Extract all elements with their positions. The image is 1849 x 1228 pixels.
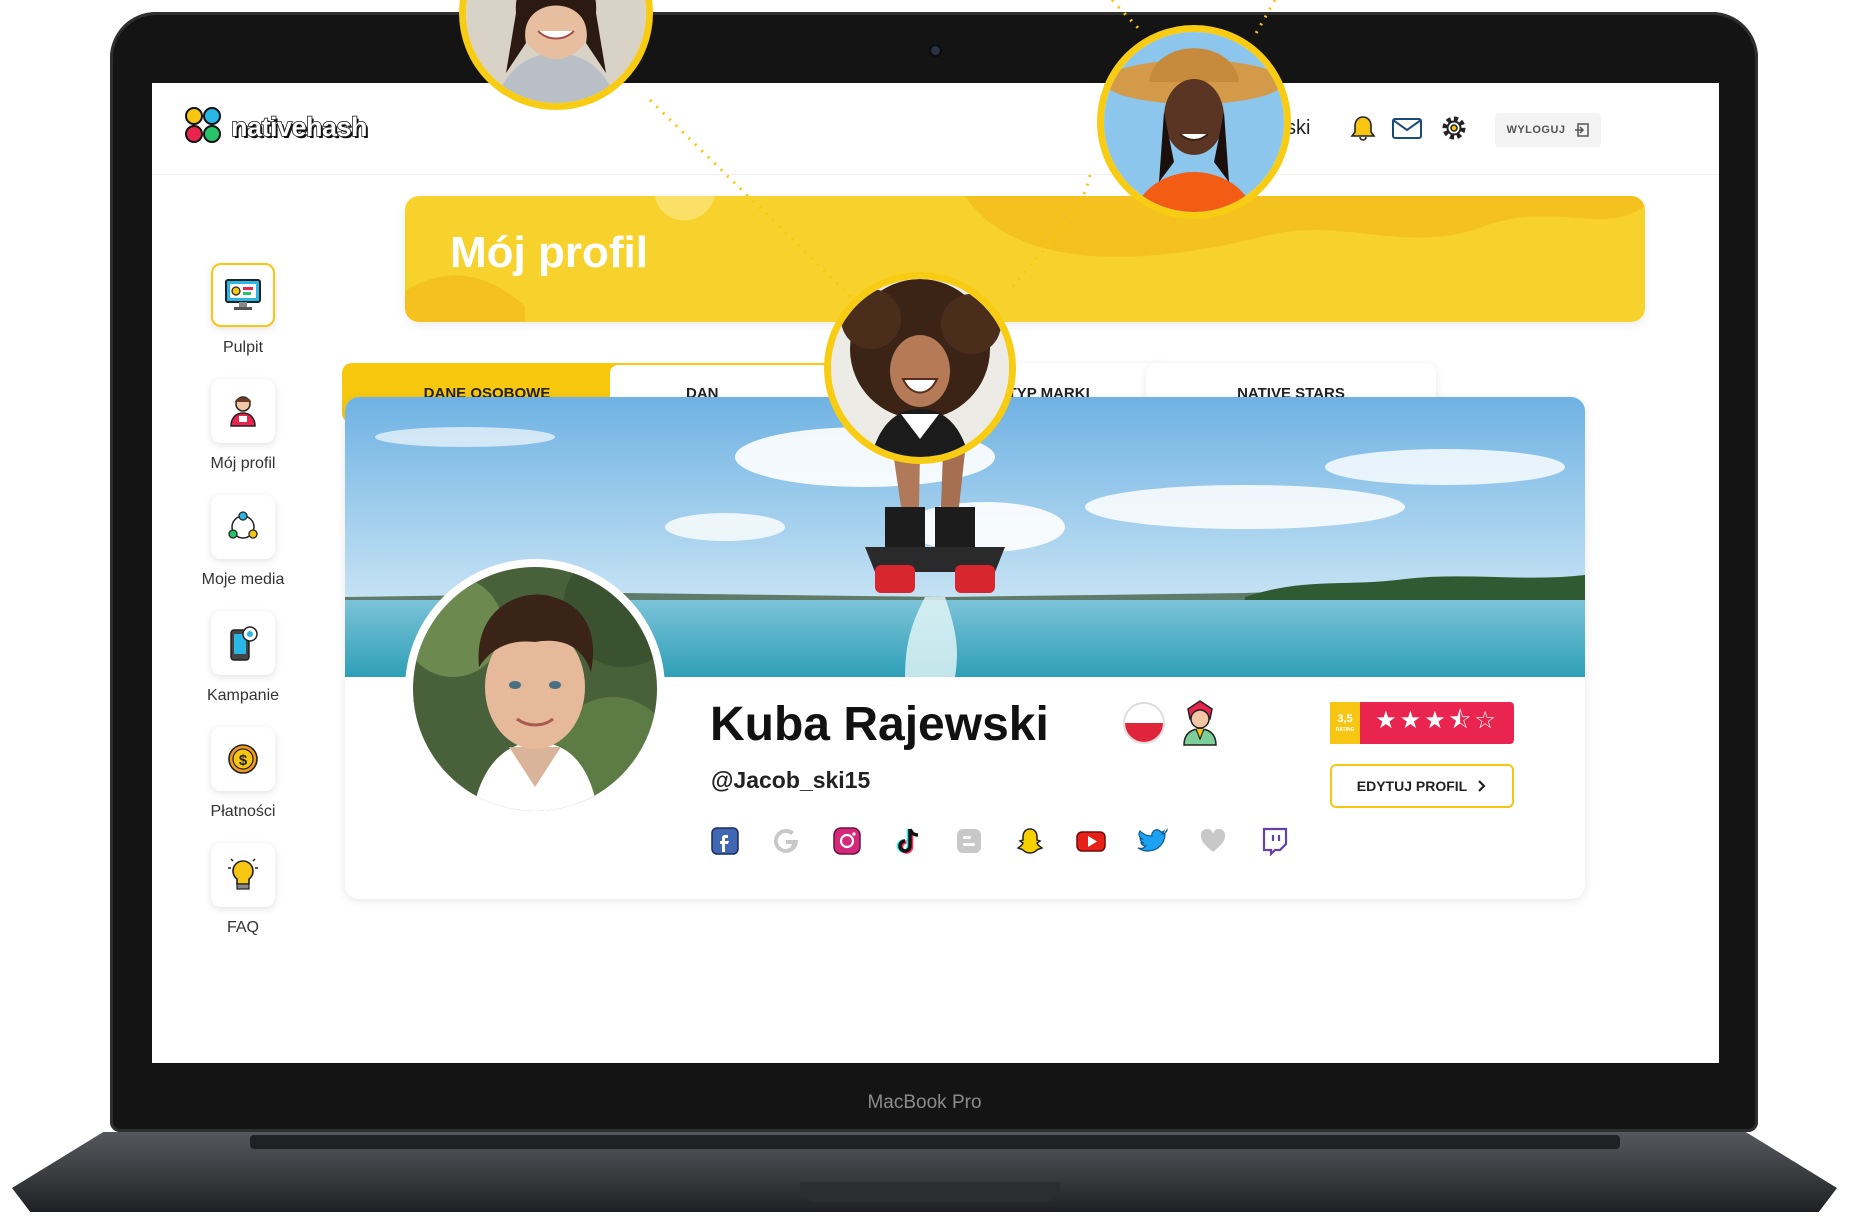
- sidebar-item-pulpit[interactable]: Pulpit: [188, 263, 298, 357]
- avatar[interactable]: [405, 559, 665, 819]
- profile-full-name: Kuba Rajewski: [710, 698, 1049, 751]
- snapchat-icon[interactable]: [1014, 825, 1046, 857]
- laptop-opening-notch: [800, 1182, 1060, 1202]
- poland-flag-icon: [1123, 702, 1165, 744]
- rating-badge: 3,5 RATING ★★★⯪☆: [1330, 702, 1514, 744]
- sidebar-item-platnosci[interactable]: $ Płatności: [188, 727, 298, 821]
- logo-mark-icon: [185, 107, 225, 147]
- tiktok-icon[interactable]: [892, 825, 924, 857]
- mail-icon[interactable]: [1390, 113, 1424, 143]
- sidebar-item-label: FAQ: [226, 919, 259, 936]
- user-profile-icon: [211, 379, 275, 443]
- sidebar-item-label: Płatności: [210, 803, 276, 820]
- blogger-icon[interactable]: [953, 825, 985, 857]
- rating-value: 3,5 RATING: [1330, 702, 1360, 744]
- top-bar: nativehash ski WYLOGUJ: [152, 83, 1719, 175]
- sidebar-item-faq[interactable]: FAQ: [188, 843, 298, 937]
- webcam: [931, 46, 940, 55]
- device-label: MacBook Pro: [867, 1092, 982, 1113]
- sidebar-item-label: Pulpit: [222, 339, 264, 356]
- youtube-icon[interactable]: [1075, 825, 1107, 857]
- media-network-icon: [211, 495, 275, 559]
- sidebar-item-label: Moje media: [201, 571, 285, 588]
- gear-icon[interactable]: [1439, 113, 1469, 143]
- logo-text: nativehash: [230, 111, 368, 143]
- chevron-right-icon: [1478, 780, 1486, 792]
- hero-avatar-icon: [1178, 697, 1222, 751]
- influencer-photo-2: [1097, 25, 1291, 219]
- sidebar-item-label: Kampanie: [206, 687, 280, 704]
- page-title: Mój profil: [450, 228, 648, 277]
- influencer-photo-3: [824, 272, 1016, 464]
- coin-dollar-icon: $: [211, 727, 275, 791]
- logout-icon: [1574, 123, 1589, 137]
- svg-text:$: $: [239, 752, 248, 769]
- lightbulb-icon: [211, 843, 275, 907]
- profile-handle: @Jacob_ski15: [711, 767, 871, 793]
- edit-profile-button[interactable]: EDYTUJ PROFIL: [1330, 764, 1514, 808]
- sidebar-item-label: Mój profil: [210, 455, 276, 472]
- bell-icon[interactable]: [1348, 113, 1378, 143]
- profile-card: Kuba Rajewski @Jacob_ski15 3,5 RATING ★★…: [345, 397, 1585, 899]
- google-icon[interactable]: [770, 825, 802, 857]
- laptop-keyboard-edge: [250, 1135, 1620, 1149]
- sidebar-item-moje-media[interactable]: Moje media: [188, 495, 298, 589]
- sidebar-item-kampanie[interactable]: Kampanie: [188, 611, 298, 705]
- edit-profile-label: EDYTUJ PROFIL: [1356, 778, 1468, 794]
- rating-stars: ★★★⯪☆: [1375, 705, 1499, 734]
- sidebar: Pulpit Mój profil Moje media Kampanie $ …: [152, 175, 367, 1063]
- rating-number: 3,5: [1337, 713, 1353, 725]
- app-screen: nativehash ski WYLOGUJ Pulpit Mój profil…: [152, 83, 1719, 1063]
- instagram-icon[interactable]: [831, 825, 863, 857]
- logout-button[interactable]: WYLOGUJ: [1495, 113, 1601, 147]
- facebook-icon[interactable]: [709, 825, 741, 857]
- campaign-phone-icon: [211, 611, 275, 675]
- heart-icon[interactable]: [1197, 825, 1229, 857]
- logout-label: WYLOGUJ: [1506, 124, 1566, 136]
- twitter-icon[interactable]: [1136, 825, 1168, 857]
- sidebar-item-moj-profil[interactable]: Mój profil: [188, 379, 298, 473]
- logo[interactable]: nativehash: [185, 107, 368, 147]
- twitch-icon[interactable]: [1258, 825, 1290, 857]
- dashboard-monitor-icon: [211, 263, 275, 327]
- rating-caption: RATING: [1335, 727, 1355, 733]
- marketing-mockup: MacBook Pro nativehash ski WYLOGUJ Pulpi…: [0, 0, 1849, 1228]
- page-header-banner: Mój profil: [405, 196, 1645, 322]
